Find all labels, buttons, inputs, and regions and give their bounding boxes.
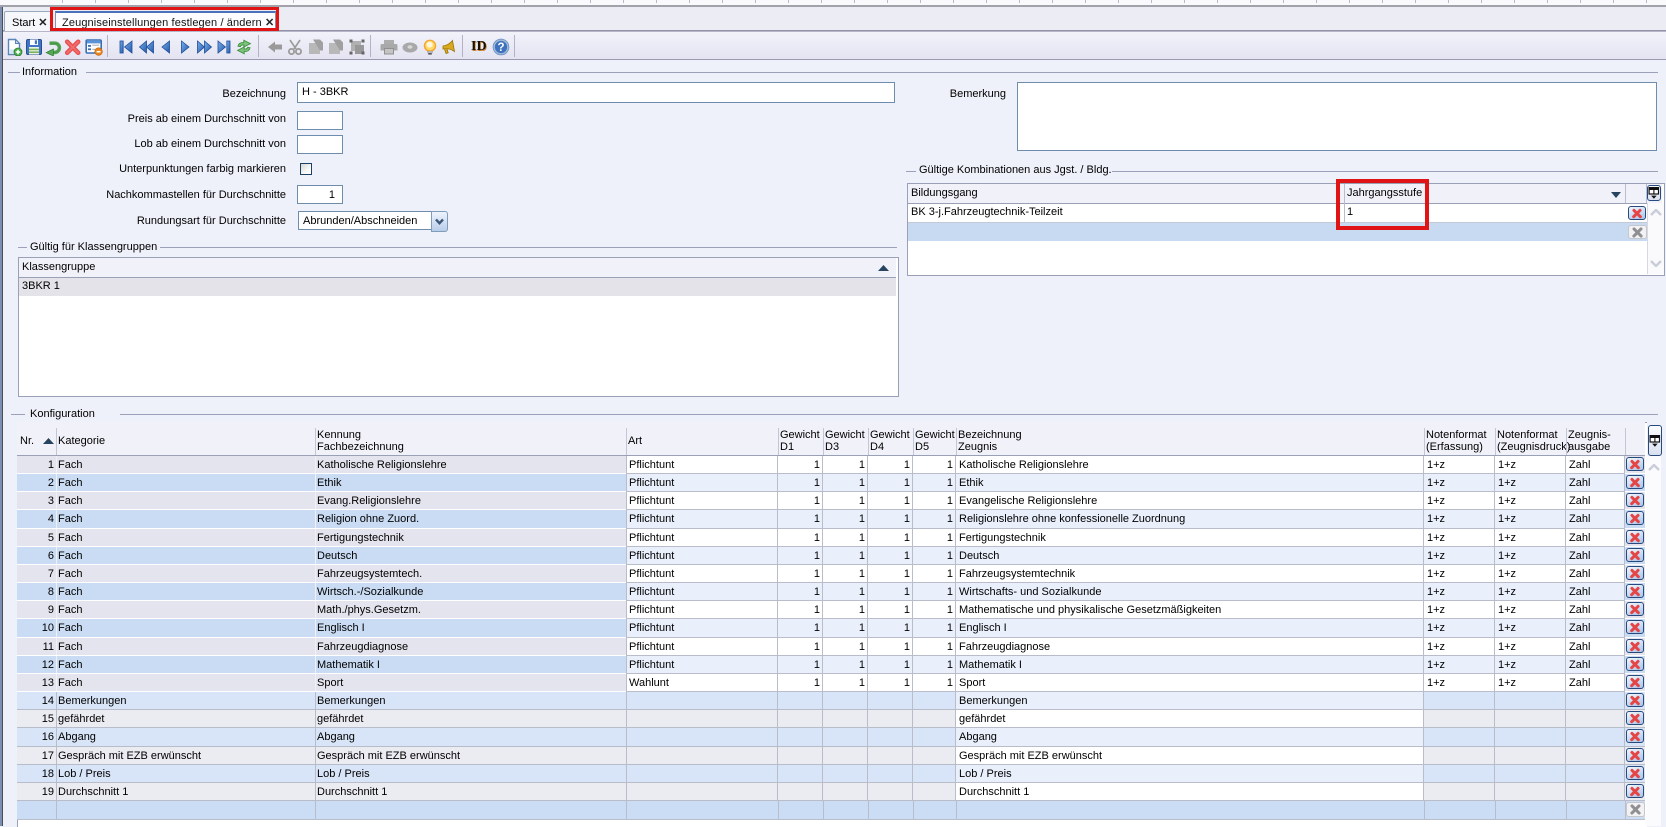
svg-text:?: ? (497, 42, 504, 54)
